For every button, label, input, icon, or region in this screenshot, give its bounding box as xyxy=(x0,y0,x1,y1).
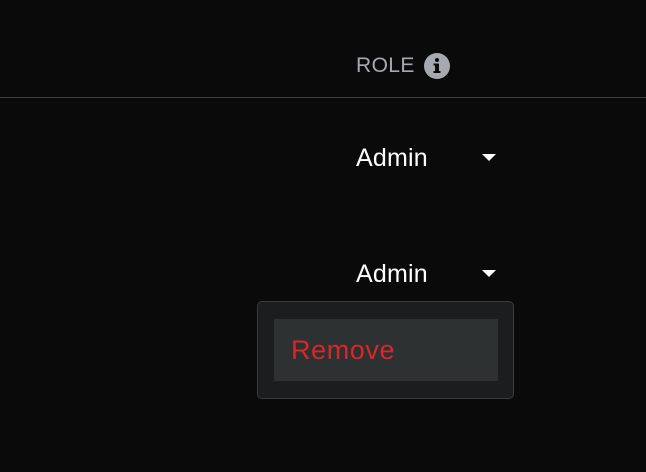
role-select[interactable]: Admin xyxy=(356,258,496,290)
role-column-header: ROLE xyxy=(356,52,451,80)
remove-menu-item[interactable]: Remove xyxy=(274,319,498,381)
table-header: ROLE xyxy=(0,0,646,98)
role-select-value: Admin xyxy=(356,260,428,288)
info-icon[interactable] xyxy=(423,52,451,80)
role-column-label: ROLE xyxy=(356,54,415,77)
remove-menu-item-label: Remove xyxy=(291,335,396,365)
caret-down-icon xyxy=(482,154,496,161)
role-options-menu: Remove xyxy=(257,301,514,399)
role-select[interactable]: Admin xyxy=(356,142,496,174)
role-select-value: Admin xyxy=(356,144,428,172)
caret-down-icon xyxy=(482,270,496,277)
